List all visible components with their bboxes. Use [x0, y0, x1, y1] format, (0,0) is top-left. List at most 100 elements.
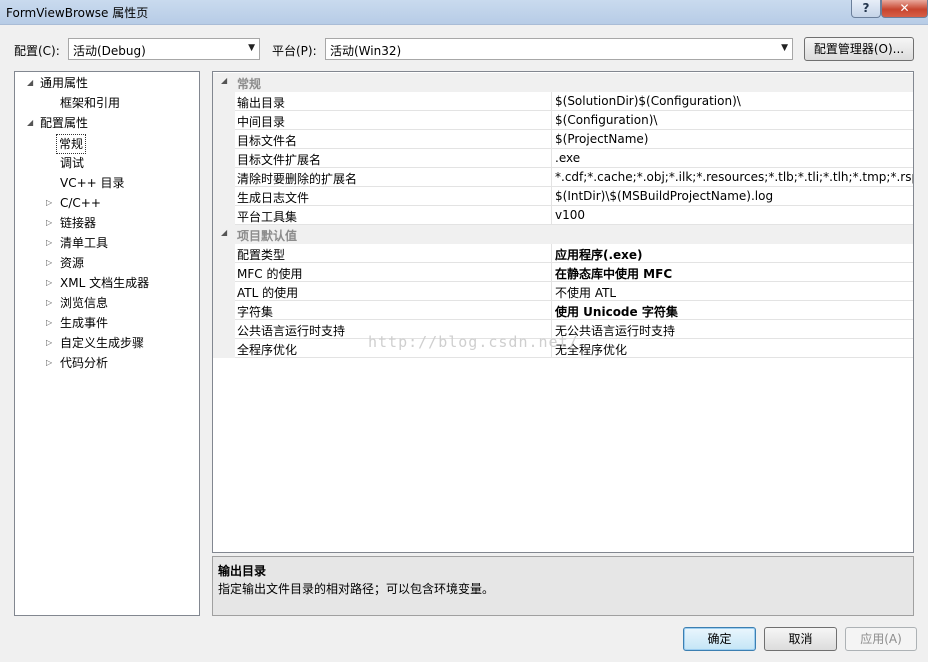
- column-divider: [551, 92, 552, 111]
- grid-row-config-type[interactable]: 配置类型 应用程序(.exe): [213, 244, 913, 263]
- property-value[interactable]: *.cdf;*.cache;*.obj;*.ilk;*.resources;*.…: [555, 170, 913, 184]
- property-name: 平台工具集: [237, 210, 298, 224]
- property-value[interactable]: $(ProjectName): [555, 132, 648, 146]
- expand-icon[interactable]: ▷: [46, 294, 52, 312]
- grid-row-target-ext[interactable]: 目标文件扩展名 .exe: [213, 149, 913, 168]
- expand-icon[interactable]: ◢: [27, 114, 33, 132]
- property-name: 中间目录: [237, 115, 286, 129]
- expand-icon[interactable]: ▷: [46, 254, 52, 272]
- apply-button[interactable]: 应用(A): [845, 627, 917, 651]
- row-gutter: [213, 301, 235, 320]
- expand-icon[interactable]: ▷: [46, 214, 52, 232]
- property-value[interactable]: $(IntDir)\$(MSBuildProjectName).log: [555, 189, 773, 203]
- property-name: 全程序优化: [237, 343, 298, 357]
- tree-item-label: 生成事件: [60, 316, 109, 330]
- row-gutter: [213, 111, 235, 130]
- row-gutter: [213, 149, 235, 168]
- column-divider: [551, 111, 552, 130]
- grid-row-intermediate-dir[interactable]: 中间目录 $(Configuration)\: [213, 111, 913, 130]
- property-value[interactable]: 应用程序(.exe): [555, 246, 643, 263]
- expand-icon[interactable]: ▷: [46, 274, 52, 292]
- tree-item-label: 调试: [60, 156, 85, 170]
- grid-row-mfc-usage[interactable]: MFC 的使用 在静态库中使用 MFC: [213, 263, 913, 282]
- cancel-button[interactable]: 取消: [764, 627, 837, 651]
- tree-item-label: 框架和引用: [60, 96, 121, 110]
- property-value[interactable]: 在静态库中使用 MFC: [555, 265, 672, 282]
- row-gutter: [213, 187, 235, 206]
- property-name: 输出目录: [237, 96, 286, 110]
- property-value[interactable]: .exe: [555, 151, 580, 165]
- row-gutter: [213, 320, 235, 339]
- grid-category-project-defaults[interactable]: ◢ 项目默认值: [213, 225, 913, 244]
- property-tree: ◢ 通用属性 框架和引用 ◢ 配置属性 常规 调试 VC++ 目录 ▷ C/C+…: [14, 71, 200, 616]
- property-name: 字符集: [237, 305, 274, 319]
- tree-item-label: VC++ 目录: [60, 176, 125, 190]
- platform-dropdown[interactable]: 活动(Win32) ▼: [325, 38, 793, 60]
- config-label: 配置(C):: [14, 44, 60, 58]
- chevron-down-icon: ▼: [781, 43, 788, 53]
- property-value[interactable]: 无全程序优化: [555, 341, 627, 358]
- tree-item-label: 代码分析: [60, 356, 109, 370]
- grid-row-output-dir[interactable]: 输出目录 $(SolutionDir)$(Configuration)\: [213, 92, 913, 111]
- ok-button[interactable]: 确定: [683, 627, 756, 651]
- property-name: 清除时要删除的扩展名: [237, 172, 358, 186]
- column-divider: [551, 187, 552, 206]
- close-button[interactable]: ✕: [881, 0, 928, 18]
- property-grid: ◢ 常规 输出目录 $(SolutionDir)$(Configuration)…: [212, 71, 914, 553]
- property-name: 生成日志文件: [237, 191, 310, 205]
- tree-item-label: 常规: [56, 134, 87, 154]
- column-divider: [551, 130, 552, 149]
- grid-row-platform-toolset[interactable]: 平台工具集 v100: [213, 206, 913, 225]
- column-divider: [551, 339, 552, 358]
- property-value[interactable]: 不使用 ATL: [555, 284, 616, 301]
- description-pane: 输出目录 指定输出文件目录的相对路径；可以包含环境变量。: [212, 556, 914, 616]
- property-name: MFC 的使用: [237, 267, 303, 281]
- description-text: 指定输出文件目录的相对路径；可以包含环境变量。: [218, 582, 495, 596]
- collapse-icon[interactable]: ◢: [221, 76, 227, 85]
- grid-row-build-log[interactable]: 生成日志文件 $(IntDir)\$(MSBuildProjectName).l…: [213, 187, 913, 206]
- grid-row-whole-program-opt[interactable]: 全程序优化 无全程序优化: [213, 339, 913, 358]
- property-name: ATL 的使用: [237, 286, 299, 300]
- tree-item-label: C/C++: [60, 196, 101, 210]
- grid-row-target-name[interactable]: 目标文件名 $(ProjectName): [213, 130, 913, 149]
- column-divider: [551, 263, 552, 282]
- expand-icon[interactable]: ▷: [46, 314, 52, 332]
- column-divider: [551, 320, 552, 339]
- expand-icon[interactable]: ▷: [46, 334, 52, 352]
- row-gutter: [213, 244, 235, 263]
- property-value[interactable]: $(Configuration)\: [555, 113, 657, 127]
- expand-icon[interactable]: ▷: [46, 234, 52, 252]
- config-dropdown[interactable]: 活动(Debug) ▼: [68, 38, 260, 60]
- property-name: 目标文件扩展名: [237, 153, 322, 167]
- property-value[interactable]: v100: [555, 208, 585, 222]
- tree-item-label: XML 文档生成器: [60, 276, 150, 290]
- config-manager-button[interactable]: 配置管理器(O)...: [804, 37, 914, 61]
- property-value[interactable]: $(SolutionDir)$(Configuration)\: [555, 94, 741, 108]
- tree-item-label: 资源: [60, 256, 85, 270]
- help-button[interactable]: ?: [851, 0, 881, 18]
- property-value[interactable]: 使用 Unicode 字符集: [555, 303, 678, 320]
- property-name: 公共语言运行时支持: [237, 324, 346, 338]
- row-gutter: [213, 263, 235, 282]
- tree-item-label: 浏览信息: [60, 296, 109, 310]
- column-divider: [551, 301, 552, 320]
- expand-icon[interactable]: ▷: [46, 194, 52, 212]
- expand-icon[interactable]: ▷: [46, 354, 52, 372]
- collapse-icon[interactable]: ◢: [221, 228, 227, 237]
- grid-category-general[interactable]: ◢ 常规: [213, 73, 913, 92]
- config-value: 活动(Debug): [73, 44, 146, 58]
- column-divider: [551, 168, 552, 187]
- grid-row-clr-support[interactable]: 公共语言运行时支持 无公共语言运行时支持: [213, 320, 913, 339]
- tree-item-label: 配置属性: [40, 116, 89, 130]
- row-gutter: [213, 339, 235, 358]
- column-divider: [551, 206, 552, 225]
- column-divider: [551, 282, 552, 301]
- property-value[interactable]: 无公共语言运行时支持: [555, 322, 675, 339]
- grid-row-charset[interactable]: 字符集 使用 Unicode 字符集: [213, 301, 913, 320]
- title-bar: FormViewBrowse 属性页 ? ✕: [0, 0, 928, 25]
- row-gutter: [213, 206, 235, 225]
- grid-row-atl-usage[interactable]: ATL 的使用 不使用 ATL: [213, 282, 913, 301]
- grid-row-clean-ext[interactable]: 清除时要删除的扩展名 *.cdf;*.cache;*.obj;*.ilk;*.r…: [213, 168, 913, 187]
- tree-item-label: 清单工具: [60, 236, 109, 250]
- expand-icon[interactable]: ◢: [27, 74, 33, 92]
